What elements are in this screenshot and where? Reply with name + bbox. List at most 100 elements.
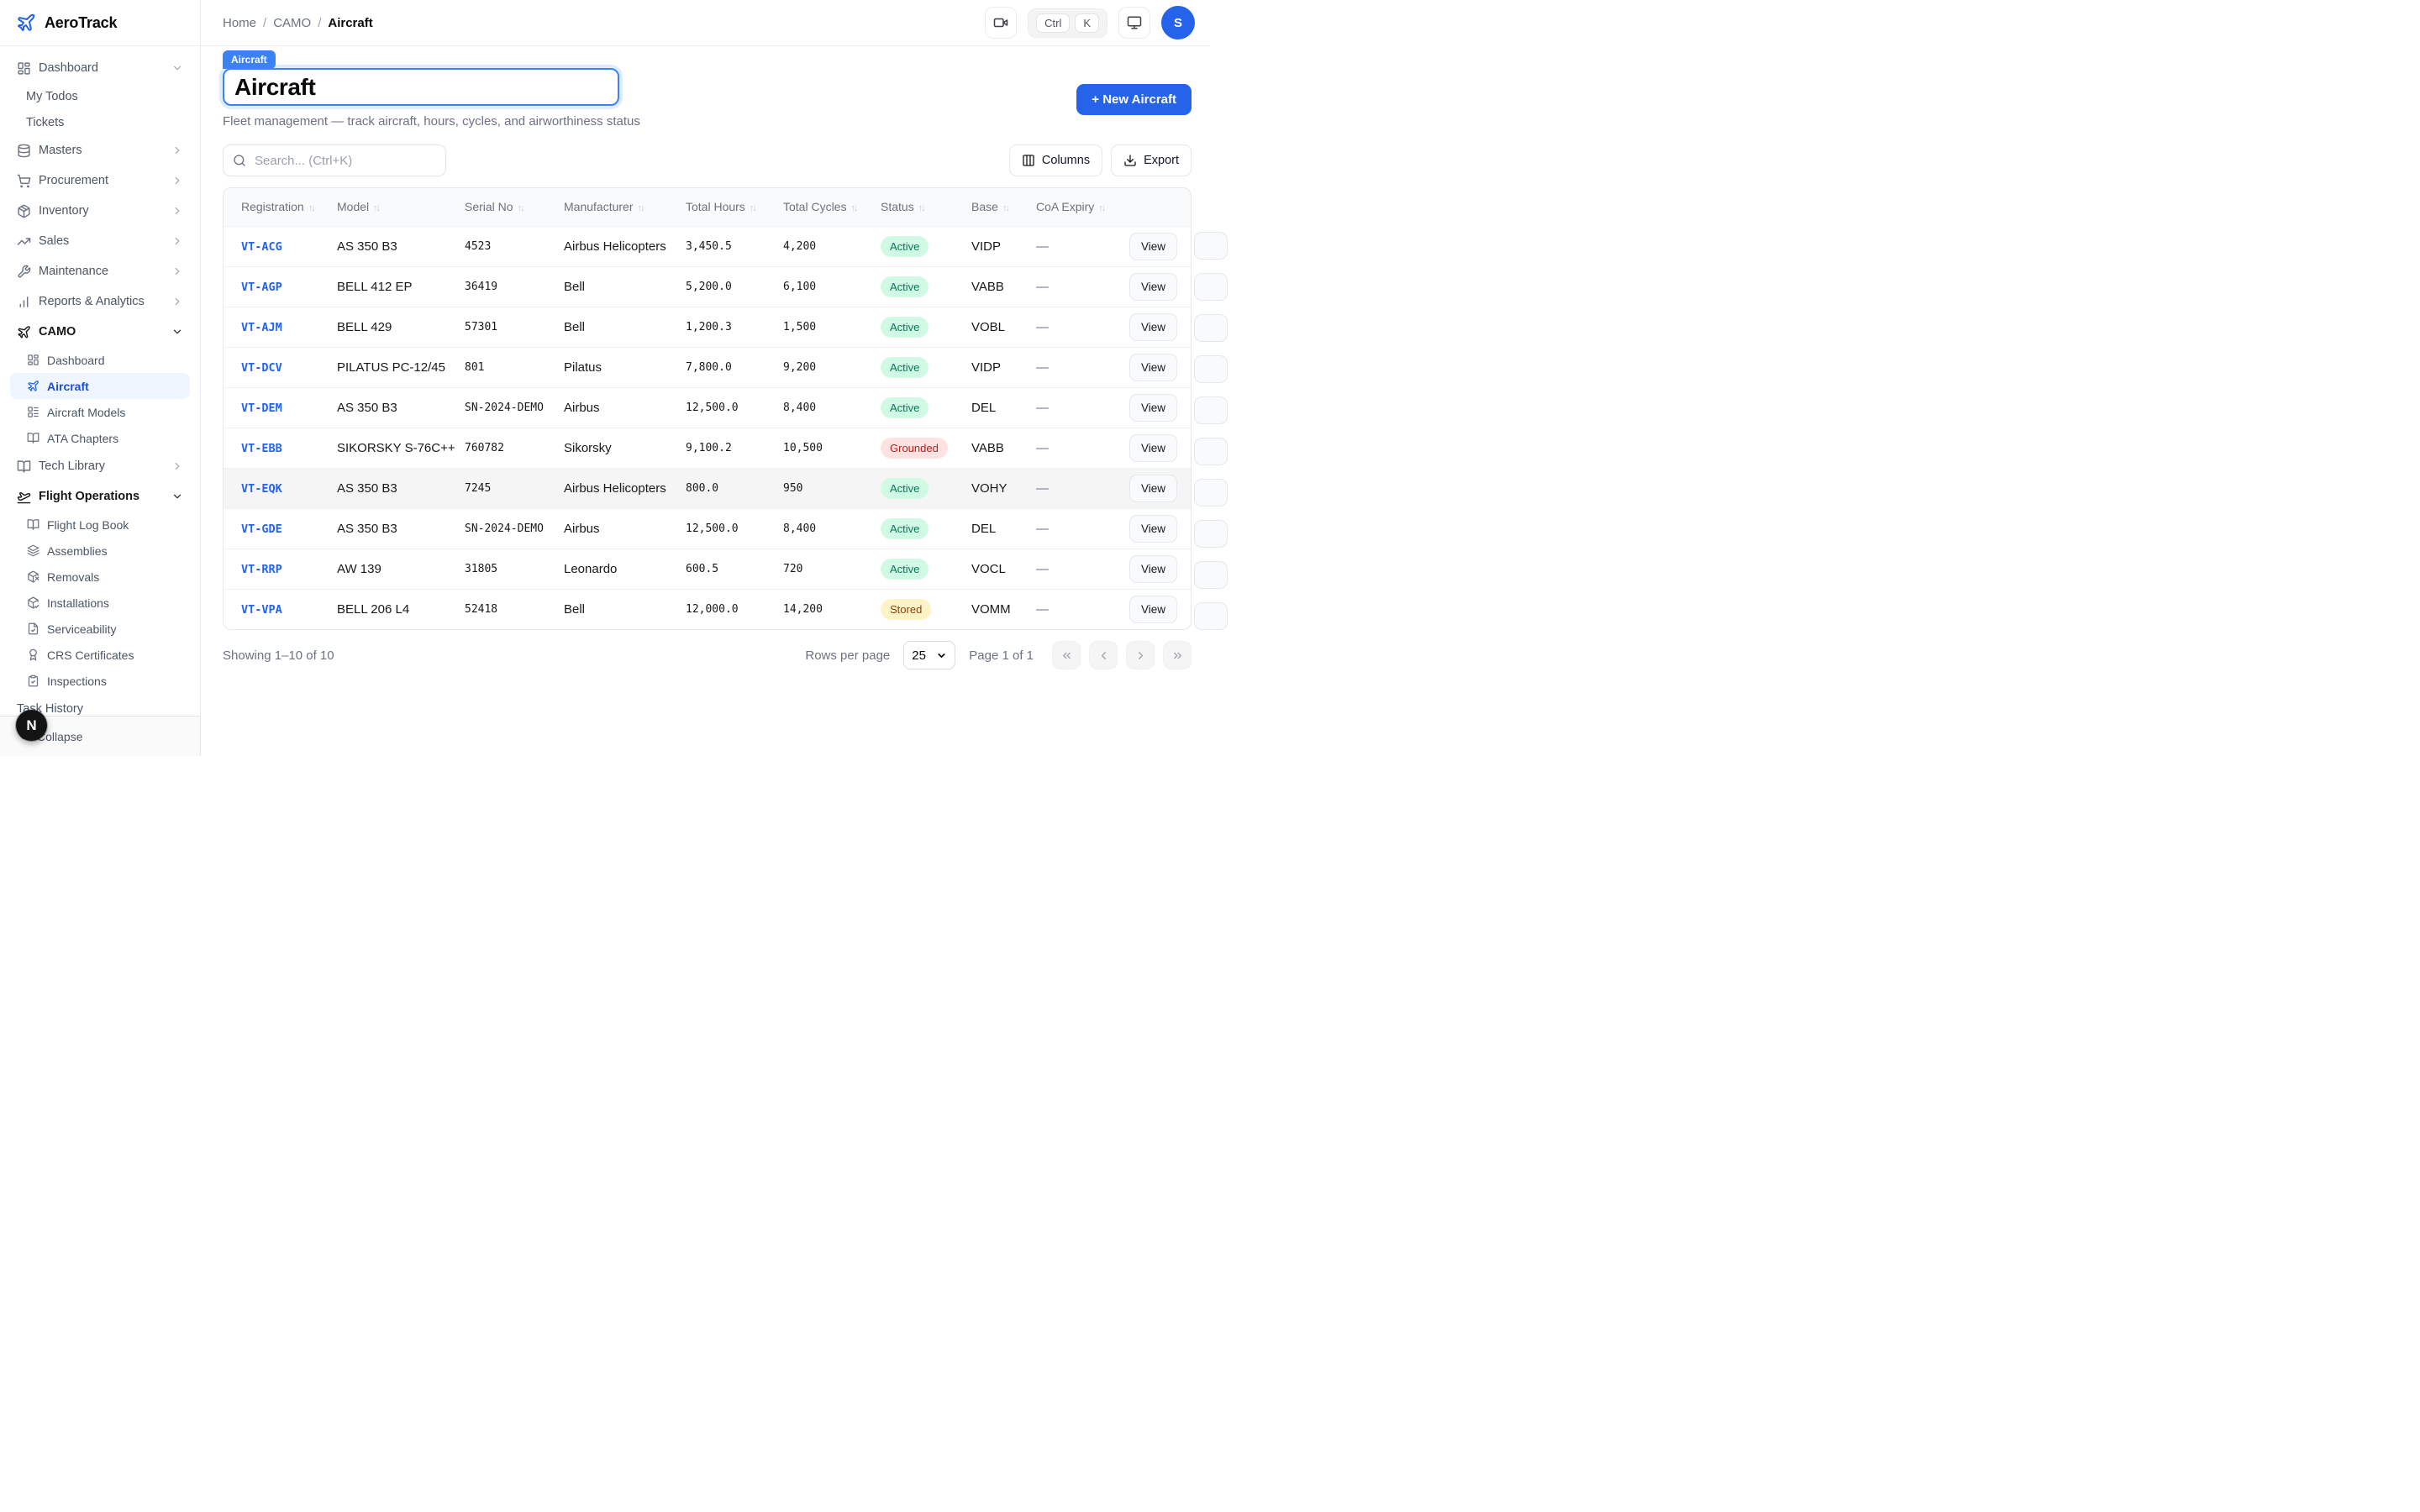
row-action-overflow-button[interactable] — [1194, 314, 1228, 342]
sidebar-item-camo[interactable]: CAMO — [10, 317, 190, 347]
new-aircraft-button[interactable]: + New Aircraft — [1076, 84, 1192, 115]
registration-link[interactable]: VT-AJM — [241, 321, 282, 334]
view-button[interactable]: View — [1129, 394, 1177, 422]
registration-link[interactable]: VT-GDE — [241, 522, 282, 536]
monitor-icon — [1127, 15, 1142, 30]
display-mode-button[interactable] — [1118, 7, 1150, 39]
registration-link[interactable]: VT-RRP — [241, 563, 282, 576]
column-header-total-cycles[interactable]: Total Cycles↑↓ — [783, 188, 881, 226]
column-header-model[interactable]: Model↑↓ — [337, 188, 465, 226]
sidebar-item-removals[interactable]: Removals — [10, 564, 190, 590]
view-button[interactable]: View — [1129, 596, 1177, 623]
sidebar-item-sales[interactable]: Sales — [10, 226, 190, 256]
row-action-overflow-button[interactable] — [1194, 355, 1228, 383]
registration-link[interactable]: VT-AGP — [241, 281, 282, 294]
row-action-overflow-button[interactable] — [1194, 602, 1228, 630]
status-badge: Grounded — [881, 438, 948, 459]
status-cell: Active — [881, 347, 971, 387]
command-shortcut[interactable]: Ctrl K — [1028, 8, 1107, 38]
sidebar-item-flight-operations[interactable]: Flight Operations — [10, 481, 190, 512]
breadcrumb-home[interactable]: Home — [223, 16, 256, 30]
column-header-manufacturer[interactable]: Manufacturer↑↓ — [564, 188, 686, 226]
column-header-registration[interactable]: Registration↑↓ — [224, 188, 337, 226]
sidebar-item-maintenance[interactable]: Maintenance — [10, 256, 190, 286]
pager-chevron-right-button[interactable] — [1126, 641, 1155, 669]
registration-link[interactable]: VT-ACG — [241, 240, 282, 254]
pager-chevrons-right-button[interactable] — [1163, 641, 1192, 669]
sidebar-item-label: Serviceability — [47, 622, 116, 636]
sidebar-item-serviceability[interactable]: Serviceability — [10, 616, 190, 642]
status-cell: Active — [881, 307, 971, 347]
sidebar-item-dashboard[interactable]: Dashboard — [10, 53, 190, 83]
row-action-overflow-button[interactable] — [1194, 438, 1228, 465]
sidebar-item-label: Aircraft — [47, 380, 89, 393]
pager-chevrons-left-button[interactable] — [1052, 641, 1081, 669]
export-button[interactable]: Export — [1111, 144, 1192, 176]
sidebar-item-masters[interactable]: Masters — [10, 135, 190, 165]
total-hours-cell: 12,500.0 — [686, 508, 783, 549]
sidebar-item-tech-library[interactable]: Tech Library — [10, 451, 190, 481]
total-cycles-cell: 4,200 — [783, 226, 881, 266]
sidebar-item-assemblies[interactable]: Assemblies — [10, 538, 190, 564]
sidebar-item-my-todos[interactable]: My Todos — [10, 83, 190, 109]
sort-icon: ↑↓ — [850, 203, 856, 213]
aircraft-table: Registration↑↓Model↑↓Serial No↑↓Manufact… — [224, 188, 1191, 629]
status-badge: Active — [881, 518, 929, 539]
sidebar-item-ata-chapters[interactable]: ATA Chapters — [10, 425, 190, 451]
row-action-overflow-button[interactable] — [1194, 561, 1228, 589]
row-action-overflow-button[interactable] — [1194, 520, 1228, 548]
sidebar-item-label: CAMO — [39, 325, 76, 339]
column-header-total-hours[interactable]: Total Hours↑↓ — [686, 188, 783, 226]
view-button[interactable]: View — [1129, 515, 1177, 543]
model-cell: BELL 412 EP — [337, 266, 465, 307]
sort-icon: ↑↓ — [1098, 203, 1104, 213]
row-action-overflow-button[interactable] — [1194, 479, 1228, 507]
registration-link[interactable]: VT-VPA — [241, 603, 282, 617]
column-header-coa-expiry[interactable]: CoA Expiry↑↓ — [1036, 188, 1117, 226]
pager-chevron-left-button[interactable] — [1089, 641, 1118, 669]
base-cell: VOCL — [971, 549, 1036, 589]
view-button[interactable]: View — [1129, 475, 1177, 502]
columns-label: Columns — [1042, 154, 1090, 167]
registration-link[interactable]: VT-DCV — [241, 361, 282, 375]
row-action-overflow-button[interactable] — [1194, 232, 1228, 260]
dev-overlay-badge[interactable]: N — [16, 710, 47, 741]
sidebar-item-crs-certificates[interactable]: CRS Certificates — [10, 642, 190, 668]
total-cycles-cell: 950 — [783, 468, 881, 508]
row-action-overflow-button[interactable] — [1194, 396, 1228, 424]
registration-link[interactable]: VT-EBB — [241, 442, 282, 455]
registration-link[interactable]: VT-DEM — [241, 402, 282, 415]
sidebar-item-aircraft-models[interactable]: Aircraft Models — [10, 399, 190, 425]
sidebar-item-flight-log-book[interactable]: Flight Log Book — [10, 512, 190, 538]
view-button[interactable]: View — [1129, 434, 1177, 462]
search-input[interactable] — [253, 153, 436, 169]
column-header-status[interactable]: Status↑↓ — [881, 188, 971, 226]
chevron-down-icon — [936, 650, 947, 661]
view-button[interactable]: View — [1129, 354, 1177, 381]
column-header-base[interactable]: Base↑↓ — [971, 188, 1036, 226]
columns-button[interactable]: Columns — [1009, 144, 1102, 176]
topbar-actions: Ctrl K S — [985, 6, 1195, 39]
view-button[interactable]: View — [1129, 273, 1177, 301]
user-avatar[interactable]: S — [1161, 6, 1195, 39]
column-header-serial-no[interactable]: Serial No↑↓ — [465, 188, 564, 226]
sidebar-item-inventory[interactable]: Inventory — [10, 196, 190, 226]
sidebar-item-inspections[interactable]: Inspections — [10, 668, 190, 694]
registration-link[interactable]: VT-EQK — [241, 482, 282, 496]
sidebar-item-aircraft[interactable]: Aircraft — [10, 373, 190, 399]
serial-cell: 760782 — [465, 428, 564, 468]
view-button[interactable]: View — [1129, 555, 1177, 583]
total-hours-cell: 12,500.0 — [686, 387, 783, 428]
view-button[interactable]: View — [1129, 233, 1177, 260]
registration-cell: VT-EBB — [224, 428, 337, 468]
sidebar-item-dashboard[interactable]: Dashboard — [10, 347, 190, 373]
breadcrumb-camo[interactable]: CAMO — [273, 16, 311, 30]
sidebar-item-reports-analytics[interactable]: Reports & Analytics — [10, 286, 190, 317]
sidebar-item-installations[interactable]: Installations — [10, 590, 190, 616]
rows-per-page-select[interactable]: 25 — [903, 641, 955, 669]
view-button[interactable]: View — [1129, 313, 1177, 341]
screen-record-button[interactable] — [985, 7, 1017, 39]
sidebar-item-tickets[interactable]: Tickets — [10, 109, 190, 135]
row-action-overflow-button[interactable] — [1194, 273, 1228, 301]
sidebar-item-procurement[interactable]: Procurement — [10, 165, 190, 196]
